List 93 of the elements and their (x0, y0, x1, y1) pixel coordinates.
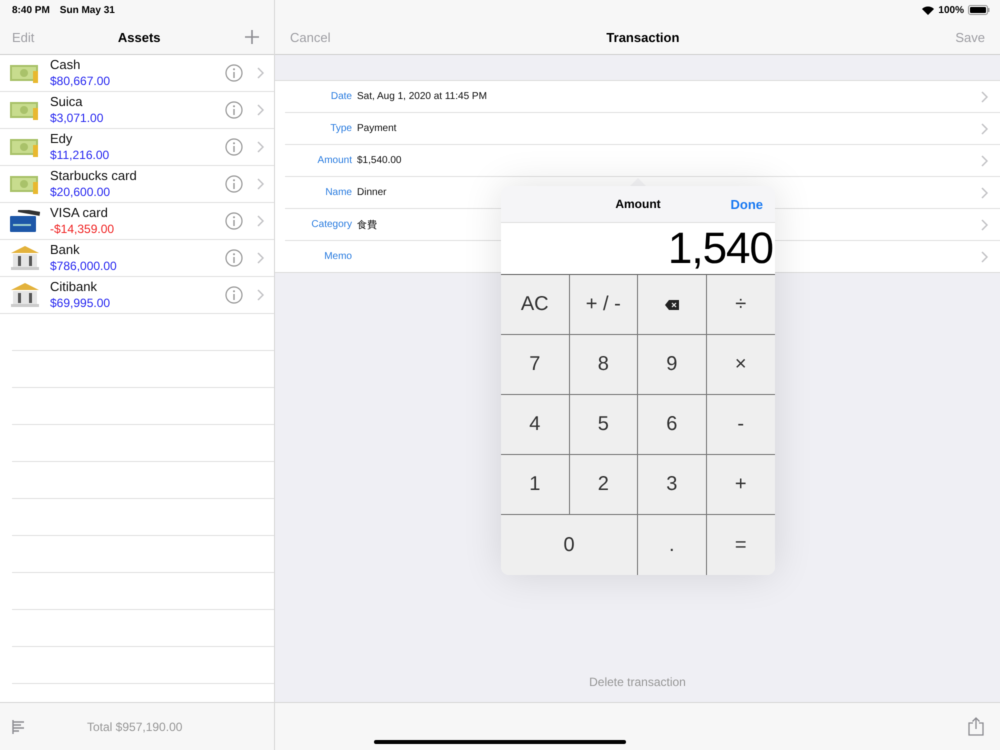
calculator-title: Amount (615, 197, 661, 211)
chevron-icon (257, 104, 264, 116)
info-icon[interactable] (225, 249, 243, 267)
asset-name: Edy (50, 131, 74, 147)
keypad-key[interactable]: + (706, 455, 775, 515)
field-value: $1,540.00 (357, 155, 402, 166)
info-icon[interactable] (225, 175, 243, 193)
asset-row[interactable]: Edy $11,216.00 (0, 129, 274, 166)
info-icon[interactable] (225, 64, 243, 82)
keypad-key[interactable]: 0 (501, 515, 638, 575)
chevron-icon (981, 250, 988, 262)
chevron-icon (981, 218, 988, 230)
share-icon[interactable] (968, 717, 984, 736)
field-label: Memo (323, 251, 352, 262)
field-label: Type (329, 123, 352, 134)
field-value: Sat, Aug 1, 2020 at 11:45 PM (357, 91, 487, 102)
banknote-icon (10, 174, 40, 194)
info-icon[interactable] (225, 101, 243, 119)
status-date: Sun May 31 (60, 4, 115, 16)
asset-name: Starbucks card (50, 168, 138, 184)
credit-card-icon (10, 210, 40, 232)
backspace-icon (664, 300, 679, 310)
field-label: Name (324, 187, 352, 198)
keypad-key[interactable]: 3 (638, 455, 706, 515)
chevron-icon (257, 141, 264, 153)
keypad-key[interactable]: . (638, 515, 706, 575)
asset-amount: $11,216.00 (50, 147, 110, 163)
asset-amount: $3,071.00 (50, 110, 104, 126)
asset-name: Suica (50, 94, 84, 110)
list-icon[interactable] (12, 720, 26, 734)
asset-name: Bank (50, 242, 81, 258)
keypad-key[interactable]: ÷ (706, 275, 775, 335)
banknote-icon (10, 137, 40, 157)
field-value: 食費 (357, 218, 377, 232)
battery-icon (968, 5, 990, 15)
chevron-icon (257, 178, 264, 190)
bank-building-icon (10, 246, 40, 270)
calculator-display: 1,540 (501, 223, 775, 274)
asset-name: Citibank (50, 279, 98, 295)
keypad-key[interactable]: 9 (638, 335, 706, 395)
keypad-key[interactable] (638, 275, 706, 335)
transaction-title: Transaction (606, 30, 680, 44)
keypad-key[interactable]: 2 (570, 455, 638, 515)
keypad-key[interactable]: 8 (570, 335, 638, 395)
assets-title: Assets (118, 30, 161, 44)
wifi-icon (922, 6, 934, 14)
keypad-key[interactable]: 5 (570, 395, 638, 455)
asset-name: Cash (50, 57, 82, 73)
battery-percent: 100% (938, 4, 964, 16)
asset-amount: -$14,359.00 (50, 221, 116, 237)
total-label: Total $957,190.00 (87, 720, 182, 734)
asset-amount: $786,000.00 (50, 258, 118, 274)
keypad-key[interactable]: × (706, 335, 775, 395)
done-button[interactable]: Done (730, 196, 763, 212)
banknote-icon (10, 63, 40, 83)
keypad-key[interactable]: = (706, 515, 775, 575)
info-icon[interactable] (225, 138, 243, 156)
asset-name: VISA card (50, 205, 109, 221)
chevron-icon (981, 154, 988, 166)
asset-row[interactable]: Bank $786,000.00 (0, 240, 274, 277)
chevron-icon (981, 122, 988, 134)
status-time: 8:40 PM (12, 4, 50, 16)
asset-amount: $80,667.00 (50, 73, 112, 89)
asset-row[interactable]: VISA card -$14,359.00 (0, 203, 274, 240)
chevron-icon (257, 252, 264, 264)
keypad-key[interactable]: AC (501, 275, 570, 335)
asset-row[interactable]: Cash $80,667.00 (0, 55, 274, 92)
keypad-key[interactable]: + / - (570, 275, 638, 335)
asset-row[interactable]: Suica $3,071.00 (0, 92, 274, 129)
add-icon[interactable] (244, 29, 260, 45)
asset-amount: $69,995.00 (50, 295, 112, 311)
field-label: Amount (316, 155, 352, 166)
keypad-key[interactable]: - (706, 395, 775, 455)
info-icon[interactable] (225, 212, 243, 230)
chevron-icon (981, 90, 988, 102)
info-icon[interactable] (225, 286, 243, 304)
asset-row[interactable]: Starbucks card $20,600.00 (0, 166, 274, 203)
chevron-icon (257, 67, 264, 79)
keypad-key[interactable]: 4 (501, 395, 570, 455)
banknote-icon (10, 100, 40, 120)
chevron-icon (257, 289, 264, 301)
keypad-key[interactable]: 7 (501, 335, 570, 395)
keypad-key[interactable]: 1 (501, 455, 570, 515)
chevron-icon (981, 186, 988, 198)
field-label: Date (330, 91, 352, 102)
field-value: Payment (357, 123, 396, 134)
bank-building-icon (10, 283, 40, 307)
asset-row[interactable]: Citibank $69,995.00 (0, 277, 274, 314)
chevron-icon (257, 215, 264, 227)
asset-amount: $20,600.00 (50, 184, 112, 200)
field-value: Dinner (357, 187, 386, 198)
keypad-key[interactable]: 6 (638, 395, 706, 455)
field-label: Category (310, 219, 352, 230)
